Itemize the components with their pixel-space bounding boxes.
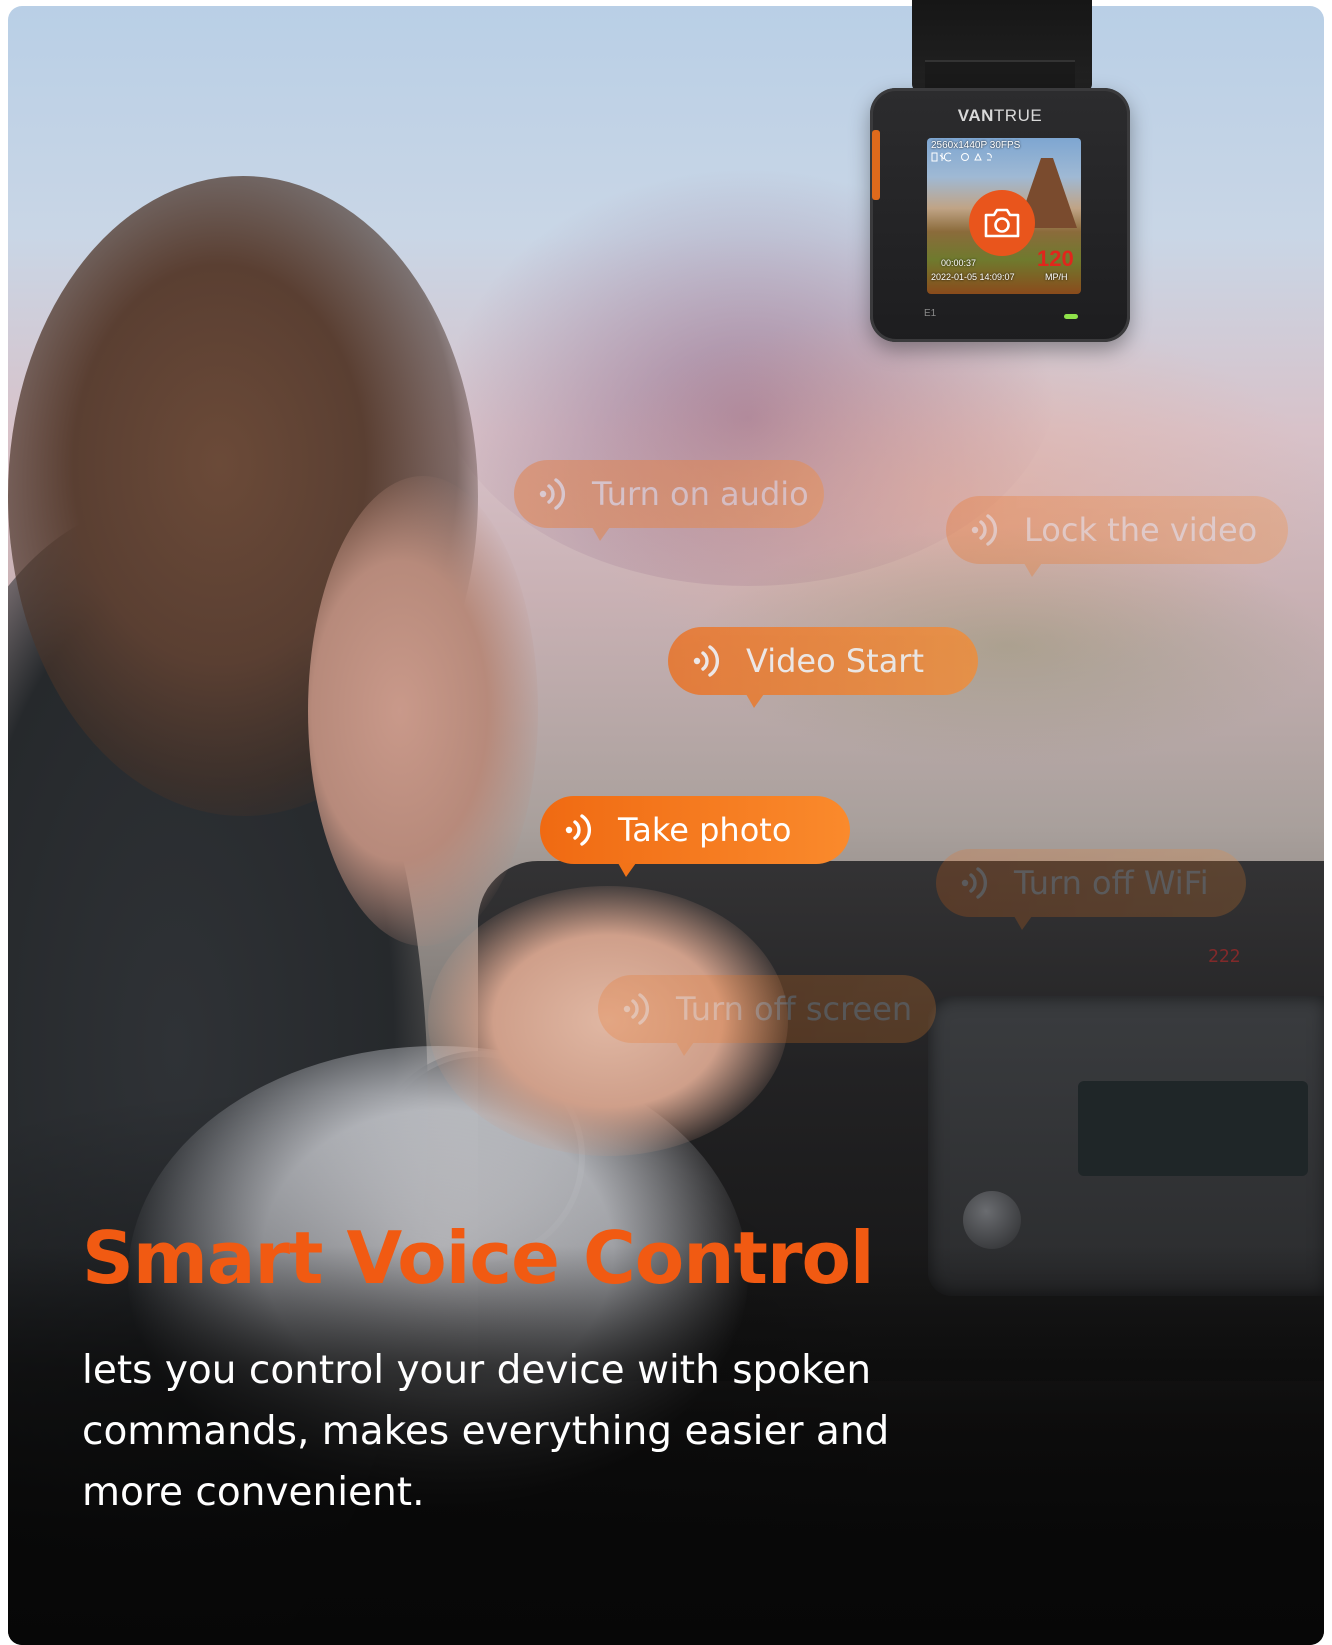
voice-bubble-label: Take photo (618, 811, 792, 849)
dashcam-screen: 2560x1440P 30FPS 00:00:37 2022-01-05 14:… (927, 138, 1081, 294)
driver-face (308, 476, 538, 946)
speed-unit: MP/H (1045, 272, 1068, 282)
voice-bubble-take-photo: Take photo (540, 796, 850, 877)
status-icons-glyphs (931, 152, 992, 162)
voice-bubble-label: Turn off WiFi (1014, 864, 1209, 902)
radio-knob (963, 1191, 1021, 1249)
dashcam-brand-logo: VANTRUE (957, 106, 1043, 125)
date-time-stamp: 2022-01-05 14:09:07 (931, 272, 1015, 282)
voice-bubble-label: Turn on audio (592, 475, 809, 513)
camera-shutter-button[interactable] (969, 190, 1035, 256)
dashcam-model-label: E1 (924, 308, 937, 319)
voice-wave-icon (961, 867, 988, 899)
voice-bubble-turn-on-audio: Turn on audio (514, 460, 824, 541)
description-text: lets you control your device with spoken… (82, 1348, 890, 1515)
voice-bubble-lock-the-video: Lock the video (946, 496, 1288, 577)
camera-icon (984, 208, 1020, 238)
headline-title: Smart Voice Control (82, 1216, 875, 1300)
voice-wave-icon (693, 645, 720, 677)
resolution-readout: 2560x1440P 30FPS (931, 140, 1021, 151)
voice-bubble-label: Lock the video (1024, 511, 1258, 549)
mount-clip (925, 60, 1075, 90)
voice-bubble-turn-off-screen: Turn off screen (598, 975, 936, 1056)
speed-readout: 120 (1037, 246, 1074, 271)
dashcam-side-button (872, 130, 880, 200)
record-time: 00:00:37 (941, 258, 977, 268)
voice-wave-icon (971, 514, 998, 546)
voice-bubble-turn-off-wifi: Turn off WiFi (936, 849, 1246, 930)
voice-wave-icon (565, 814, 592, 846)
voice-wave-icon (623, 993, 650, 1025)
voice-bubble-video-start: Video Start (668, 627, 978, 708)
status-icons (931, 152, 1011, 165)
status-led (1064, 314, 1078, 319)
voice-bubble-label: Video Start (746, 642, 924, 680)
dashboard-readout: 222 (1208, 946, 1241, 967)
voice-wave-icon (539, 478, 566, 510)
voice-bubble-label: Turn off screen (676, 990, 913, 1028)
radio-display (1078, 1081, 1308, 1176)
